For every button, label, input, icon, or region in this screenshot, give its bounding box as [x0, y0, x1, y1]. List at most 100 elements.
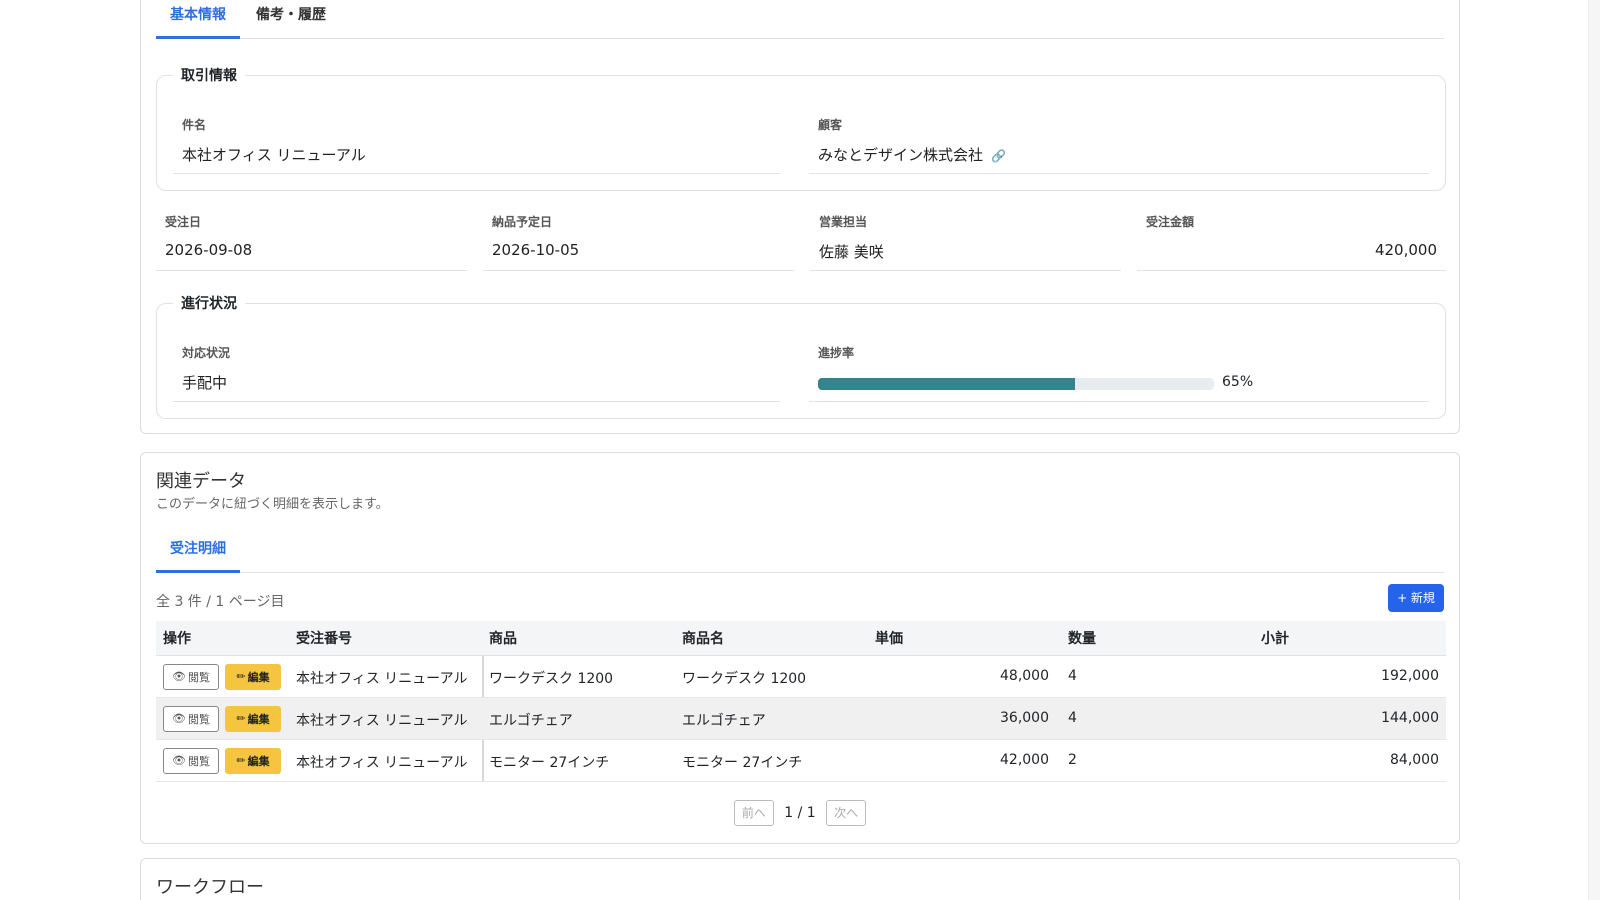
- progress-rate-field: 進捗率 65%: [809, 334, 1429, 402]
- table-row: 👁 閲覧 ✏ 編集 本社オフィス リニューアル ワークデスク 1200 ワークデスク…: [156, 656, 1446, 698]
- progress-bar: [818, 378, 1214, 390]
- delivery-date-label: 納品予定日: [492, 215, 553, 229]
- page-scrollbar[interactable]: [1588, 0, 1600, 900]
- subject-field: 件名 本社オフィス リニューアル: [173, 106, 780, 174]
- cell-product: モニター 27インチ: [489, 755, 610, 771]
- row-actions: 👁 閲覧 ✏ 編集: [163, 656, 281, 697]
- edit-label: 編集: [247, 670, 270, 684]
- cell-product: エルゴチェア: [489, 713, 573, 729]
- table-row: 👁 閲覧 ✏ 編集 本社オフィス リニューアル エルゴチェア エルゴチェア 36,0…: [156, 698, 1446, 740]
- order-amount-label: 受注金額: [1146, 215, 1195, 229]
- workflow-title: ワークフロー: [156, 877, 264, 898]
- customer-label: 顧客: [818, 118, 843, 132]
- workflow-card: ワークフロー: [140, 858, 1460, 900]
- col-product[interactable]: 商品: [489, 621, 517, 655]
- progress-rate-label: 進捗率: [818, 346, 855, 360]
- col-product-name[interactable]: 商品名: [682, 621, 724, 655]
- col-subtotal[interactable]: 小計: [1261, 621, 1289, 655]
- customer-value: みなとデザイン株式会社 🔗: [818, 144, 1006, 165]
- sales-rep-value: 佐藤 美咲: [819, 243, 884, 261]
- col-quantity[interactable]: 数量: [1068, 621, 1096, 655]
- cell-quantity: 4: [1068, 710, 1077, 726]
- view-label: 閲覧: [187, 712, 210, 726]
- edit-label: 編集: [247, 754, 270, 768]
- transaction-fieldset: 取引情報 件名 本社オフィス リニューアル 顧客 みなとデザイン株式会社 🔗: [156, 66, 1446, 191]
- cell-quantity: 4: [1068, 668, 1077, 684]
- sales-rep-field: 営業担当 佐藤 美咲: [810, 203, 1121, 271]
- cell-quantity: 2: [1068, 752, 1077, 768]
- table-header: 操作 受注番号 商品 商品名 単価 数量 小計: [156, 621, 1446, 656]
- cell-product-name: モニター 27インチ: [682, 755, 803, 771]
- delivery-date-value: 2026-10-05: [492, 241, 580, 259]
- status-label: 対応状況: [182, 346, 231, 360]
- related-tabs: 受注明細: [156, 525, 1444, 573]
- table-row: 👁 閲覧 ✏ 編集 本社オフィス リニューアル モニター 27インチ モニター 27…: [156, 740, 1446, 782]
- order-date-label: 受注日: [165, 215, 202, 229]
- progress-legend: 進行状況: [173, 294, 245, 314]
- cell-product-name: ワークデスク 1200: [682, 671, 807, 687]
- cell-order[interactable]: 本社オフィス リニューアル: [296, 698, 467, 739]
- order-date-value: 2026-09-08: [165, 241, 253, 259]
- cell-unit-price: 42,000: [1000, 752, 1049, 768]
- status-field: 対応状況 手配中: [173, 334, 780, 402]
- customer-link[interactable]: みなとデザイン株式会社: [818, 146, 983, 164]
- delivery-date-field: 納品予定日 2026-10-05: [483, 203, 794, 271]
- cell-unit-price: 48,000: [1000, 668, 1049, 684]
- link-icon[interactable]: 🔗: [991, 149, 1006, 163]
- eye-icon: 👁: [172, 754, 186, 767]
- related-data-card: 関連データ このデータに紐づく明細を表示します。 受注明細 全 3 件 / 1 …: [140, 452, 1460, 844]
- progress-bar-fill: [818, 378, 1076, 390]
- transaction-legend: 取引情報: [173, 66, 245, 86]
- status-value: 手配中: [182, 374, 228, 392]
- order-amount-value: 420,000: [1374, 241, 1437, 259]
- subject-label: 件名: [182, 118, 207, 132]
- order-date-field: 受注日 2026-09-08: [156, 203, 467, 271]
- new-button[interactable]: + 新規: [1388, 584, 1444, 612]
- sales-rep-label: 営業担当: [819, 215, 868, 229]
- col-unit-price[interactable]: 単価: [875, 621, 903, 655]
- pagination: 前へ 1 / 1 次へ: [141, 800, 1459, 828]
- eye-icon: 👁: [172, 712, 186, 725]
- cell-subtotal: 144,000: [1381, 710, 1439, 726]
- cell-unit-price: 36,000: [1000, 710, 1049, 726]
- cell-product: ワークデスク 1200: [489, 671, 614, 687]
- view-button[interactable]: 👁 閲覧: [163, 705, 219, 732]
- cell-subtotal: 192,000: [1381, 668, 1439, 684]
- prev-page-button[interactable]: 前へ: [733, 800, 774, 826]
- cell-order[interactable]: 本社オフィス リニューアル: [296, 740, 467, 781]
- edit-button[interactable]: ✏ 編集: [225, 747, 281, 774]
- record-count: 全 3 件 / 1 ページ目: [156, 594, 285, 610]
- tab-notes-history[interactable]: 備考・履歴: [242, 0, 340, 39]
- pencil-icon: ✏: [236, 670, 246, 683]
- progress-fieldset: 進行状況 対応状況 手配中 進捗率 65%: [156, 294, 1446, 419]
- edit-label: 編集: [247, 712, 270, 726]
- view-button[interactable]: 👁 閲覧: [163, 663, 219, 690]
- view-label: 閲覧: [187, 670, 210, 684]
- view-button[interactable]: 👁 閲覧: [163, 747, 219, 774]
- edit-button[interactable]: ✏ 編集: [225, 663, 281, 690]
- row-actions: 👁 閲覧 ✏ 編集: [163, 740, 281, 781]
- next-page-button[interactable]: 次へ: [826, 800, 867, 826]
- tab-basic-info[interactable]: 基本情報: [156, 0, 240, 39]
- order-amount-field: 受注金額 420,000: [1137, 203, 1446, 271]
- edit-button[interactable]: ✏ 編集: [225, 705, 281, 732]
- cell-product-name: エルゴチェア: [682, 713, 766, 729]
- cell-subtotal: 84,000: [1390, 752, 1439, 768]
- related-subtitle: このデータに紐づく明細を表示します。: [156, 497, 389, 512]
- page-info: 1 / 1: [784, 805, 816, 821]
- col-actions[interactable]: 操作: [163, 621, 191, 655]
- row-actions: 👁 閲覧 ✏ 編集: [163, 698, 281, 739]
- pencil-icon: ✏: [236, 754, 246, 767]
- detail-tabs: 基本情報 備考・履歴: [156, 0, 1444, 39]
- cell-order[interactable]: 本社オフィス リニューアル: [296, 656, 467, 697]
- tab-order-details[interactable]: 受注明細: [156, 525, 240, 573]
- customer-field: 顧客 みなとデザイン株式会社 🔗: [809, 106, 1429, 174]
- subject-value: 本社オフィス リニューアル: [182, 146, 366, 164]
- eye-icon: 👁: [172, 670, 186, 683]
- order-details-table: 操作 受注番号 商品 商品名 単価 数量 小計 👁 閲覧 ✏ 編集 本社オフィス リ…: [156, 621, 1446, 782]
- view-label: 閲覧: [187, 754, 210, 768]
- col-order-number[interactable]: 受注番号: [296, 621, 352, 655]
- detail-card: 基本情報 備考・履歴 取引情報 件名 本社オフィス リニューアル 顧客 みなとデ…: [140, 0, 1460, 434]
- progress-rate-text: 65%: [1222, 374, 1254, 390]
- pencil-icon: ✏: [236, 712, 246, 725]
